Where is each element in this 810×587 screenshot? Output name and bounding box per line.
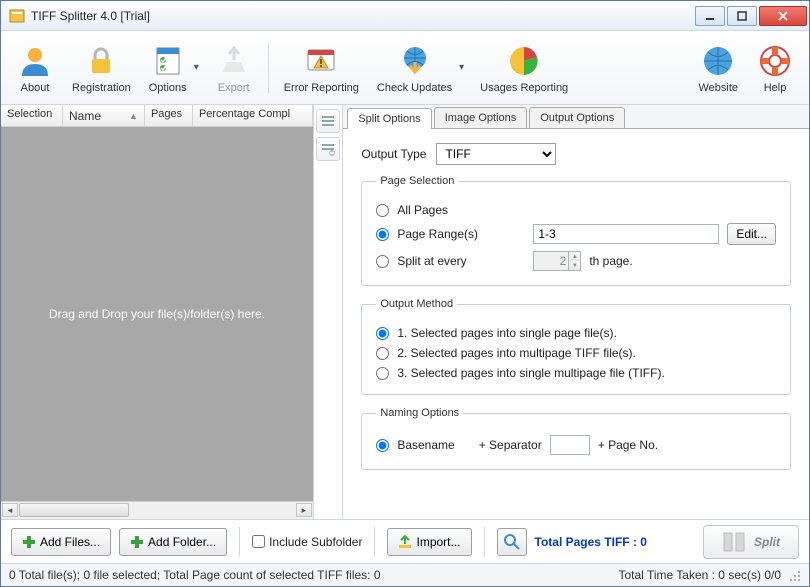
include-subfolder-checkbox[interactable] [252,535,265,548]
list-header: Selection Name▲ Pages Percentage Compl [1,105,313,127]
status-bar: 0 Total file(s); 0 file selected; Total … [1,564,809,586]
separator [239,527,240,557]
col-selection[interactable]: Selection [1,105,63,126]
window-title: TIFF Splitter 4.0 [Trial] [31,9,695,23]
minimize-button[interactable] [695,6,725,26]
titlebar: TIFF Splitter 4.0 [Trial] [1,1,809,31]
warning-icon [302,42,340,80]
spin-down[interactable]: ▼ [568,261,580,270]
output-type-label: Output Type [361,147,426,161]
radio-basename[interactable] [376,439,389,452]
col-pages[interactable]: Pages [145,105,193,126]
split-options-panel: Output Type TIFF Page Selection All Page… [343,129,809,519]
col-percentage[interactable]: Percentage Compl [193,105,313,126]
separator [374,527,375,557]
status-right: Total Time Taken : 0 sec(s) 0/0 [618,568,781,582]
updates-dropdown[interactable]: ▾ [459,62,469,73]
plus-separator-label: + Separator [479,438,542,452]
close-button[interactable] [759,6,807,26]
output-method-legend: Output Method [376,298,457,310]
about-button[interactable]: About [9,39,61,97]
scroll-thumb[interactable] [19,503,129,517]
add-files-button[interactable]: Add Files... [11,528,111,556]
radio-method-2[interactable] [376,347,389,360]
import-button[interactable]: Import... [387,528,471,556]
radio-method-1[interactable] [376,327,389,340]
import-icon [398,535,412,549]
naming-legend: Naming Options [376,407,463,419]
lifebuoy-icon [756,42,794,80]
tab-split-options[interactable]: Split Options [347,108,431,129]
th-page-label: th page. [589,254,632,268]
include-subfolder-label: Include Subfolder [269,535,362,549]
drop-area[interactable]: Drag and Drop your file(s)/folder(s) her… [1,127,313,501]
separator-input[interactable] [550,435,590,455]
main-toolbar: About Registration Options ▾ Export Erro… [1,31,809,105]
lock-icon [82,42,120,80]
bottom-toolbar: Add Files... Add Folder... Include Subfo… [1,520,809,564]
spin-up[interactable]: ▲ [568,252,580,261]
radio-method-3[interactable] [376,367,389,380]
help-button[interactable]: Help [749,39,801,97]
options-icon [149,42,187,80]
horizontal-scrollbar[interactable]: ◂ ▸ [1,501,313,519]
app-icon [9,8,25,24]
file-list-pane: Selection Name▲ Pages Percentage Compl D… [1,105,314,519]
globe-icon [699,42,737,80]
tab-output-options[interactable]: Output Options [529,107,625,128]
preview-button[interactable] [497,528,527,556]
options-pane: Split Options Image Options Output Optio… [343,105,809,519]
export-button: Export [208,39,260,97]
page-selection-legend: Page Selection [376,175,458,187]
error-reporting-button[interactable]: Error Reporting [277,39,366,97]
registration-button[interactable]: Registration [65,39,138,97]
plus-icon [22,535,36,549]
drop-hint: Drag and Drop your file(s)/folder(s) her… [49,307,265,321]
radio-split-every[interactable] [376,255,389,268]
basename-label: Basename [397,438,454,452]
output-type-select[interactable]: TIFF [436,143,556,165]
split-button[interactable]: Split [703,525,799,559]
scroll-right-button[interactable]: ▸ [296,503,312,517]
scroll-left-button[interactable]: ◂ [2,503,18,517]
page-ranges-label: Page Range(s) [397,227,497,241]
separator [484,527,485,557]
add-folder-button[interactable]: Add Folder... [119,528,227,556]
split-every-label: Split at every [397,254,497,268]
user-icon [16,42,54,80]
maximize-button[interactable] [727,6,757,26]
options-dropdown[interactable]: ▾ [194,62,204,73]
export-icon [215,42,253,80]
side-tool-strip [314,105,343,519]
all-pages-label: All Pages [397,203,448,217]
naming-options-group: Naming Options Basename + Separator + Pa… [361,407,791,470]
plus-icon [130,535,144,549]
total-pages-label: Total Pages TIFF : 0 [535,535,647,549]
split-icon [722,530,746,554]
usages-reporting-button[interactable]: Usages Reporting [473,39,575,97]
pie-chart-icon [505,42,543,80]
page-range-input[interactable] [533,224,719,244]
check-updates-button[interactable]: Check Updates [370,39,459,97]
col-name[interactable]: Name▲ [63,105,145,126]
plus-pageno-label: + Page No. [598,438,658,452]
toolbar-separator [268,43,269,93]
sort-indicator-icon: ▲ [129,111,138,121]
remove-item-button[interactable] [316,137,340,161]
options-button[interactable]: Options [142,39,194,97]
options-tabs: Split Options Image Options Output Optio… [343,105,809,129]
globe-download-icon [396,42,434,80]
edit-ranges-button[interactable]: Edit... [727,223,776,245]
page-selection-group: Page Selection All Pages Page Range(s) E… [361,175,791,286]
radio-page-ranges[interactable] [376,228,389,241]
status-left: 0 Total file(s); 0 file selected; Total … [9,568,381,582]
radio-all-pages[interactable] [376,204,389,217]
website-button[interactable]: Website [691,39,745,97]
resize-grip-icon[interactable] [787,568,801,582]
tab-image-options[interactable]: Image Options [434,107,528,128]
output-method-group: Output Method 1. Selected pages into sin… [361,298,791,395]
split-every-spinner[interactable]: 2▲▼ [533,251,581,271]
list-view-button[interactable] [316,109,340,133]
magnifier-icon [504,534,520,550]
